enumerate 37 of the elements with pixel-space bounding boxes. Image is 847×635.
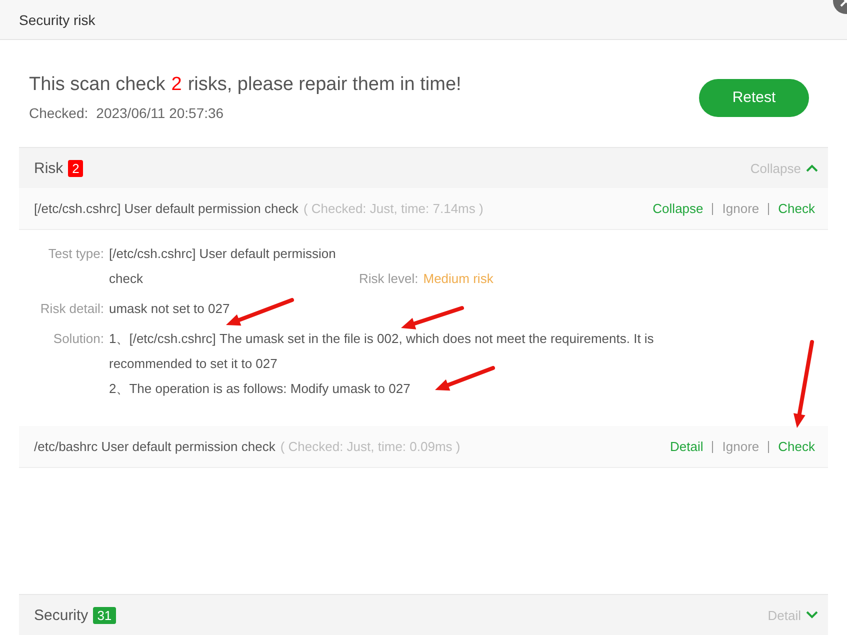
section-title: Security (34, 606, 88, 624)
field-label: Risk detail: (39, 300, 105, 318)
checked-label: Checked: (29, 105, 88, 121)
action-link[interactable]: Ignore (722, 201, 760, 216)
field-label: Risk level: (359, 270, 420, 288)
scan-summary: risks, please repair them in time! (188, 74, 462, 95)
check-title: [/etc/csh.cshrc] User default permission check (34, 201, 298, 216)
risk-level-value: Medium risk (423, 270, 494, 288)
field-label: Solution: (52, 330, 105, 348)
action-link[interactable]: Detail (670, 439, 704, 454)
solution-step: 2、The operation is as follows: Modify umask to 027 (109, 376, 410, 401)
action-link[interactable]: Check (778, 439, 815, 454)
check-meta: ( Checked: Just, time: 7.14ms ) (303, 201, 484, 216)
retest-button[interactable]: Retest (699, 78, 809, 116)
check-title: /etc/bashrc User default permission check (34, 439, 276, 454)
action-link[interactable]: Collapse (652, 201, 704, 216)
section-header[interactable]: Risk 2 Collapse (19, 147, 828, 188)
check-meta: ( Checked: Just, time: 0.09ms ) (280, 439, 460, 454)
toggle-link[interactable]: Collapse (750, 160, 801, 176)
section-title: Risk (34, 160, 64, 176)
count-badge: 2 (68, 160, 84, 176)
arrow (401, 306, 464, 330)
solution-step: 1、[/etc/csh.cshrc] The umask set in the file is 002, which does not meet the requirements. It is recommended to set it to 027 (109, 326, 679, 376)
chevron-up-icon (806, 164, 818, 172)
count-badge: 31 (93, 606, 116, 624)
action-link[interactable]: Check (778, 201, 815, 216)
action-link[interactable]: Ignore (722, 439, 760, 454)
arrow (435, 366, 495, 391)
checked-time: 2023/06/11 20:57:36 (96, 105, 224, 121)
toggle-link[interactable]: Detail (768, 608, 801, 622)
field-label: Test type: (47, 245, 105, 263)
risk-count: 2 (171, 74, 182, 95)
scan-summary: This scan check (29, 74, 166, 95)
chevron-down-icon (806, 611, 818, 619)
field-value: umask not set to 027 (109, 300, 230, 318)
window-title: Security risk (19, 12, 96, 28)
section-header[interactable]: Security 31 Detail (19, 594, 828, 635)
